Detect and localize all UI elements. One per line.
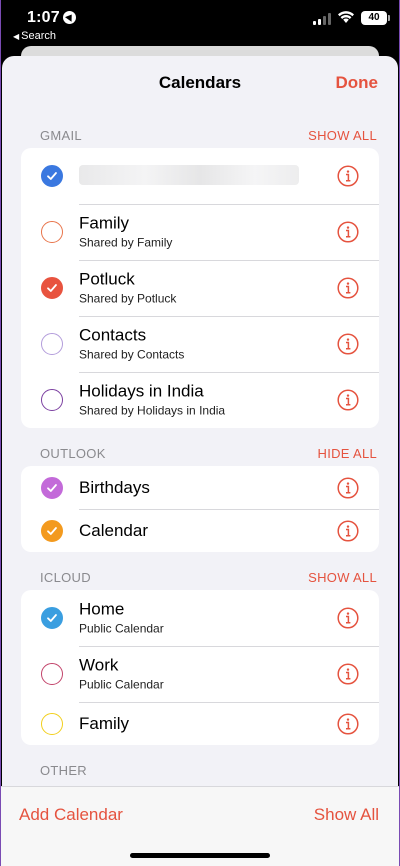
info-icon[interactable] bbox=[337, 221, 359, 243]
back-to-search-link[interactable]: ◀ Search bbox=[13, 30, 56, 42]
status-time: 1:07 bbox=[27, 9, 60, 26]
info-icon[interactable] bbox=[337, 476, 359, 499]
back-label: Search bbox=[21, 30, 57, 42]
info-icon[interactable] bbox=[337, 165, 359, 187]
checkmark-icon[interactable] bbox=[41, 165, 63, 187]
location-icon bbox=[63, 11, 76, 24]
checkmark-icon[interactable] bbox=[41, 476, 63, 499]
calendar-title: Family bbox=[79, 713, 130, 733]
unchecked-circle-icon[interactable] bbox=[41, 389, 63, 411]
add-calendar-button[interactable]: Add Calendar bbox=[19, 805, 123, 825]
calendar-text: Work Public Calendar bbox=[79, 656, 164, 693]
info-icon[interactable] bbox=[337, 389, 359, 411]
checkmark-icon[interactable] bbox=[41, 277, 63, 299]
calendar-text: Calendar bbox=[79, 521, 148, 541]
wifi-icon bbox=[338, 11, 354, 23]
calendar-title: Family bbox=[79, 213, 130, 233]
calendar-group: Home Public Calendar Work Public Calendar Fa… bbox=[21, 590, 379, 745]
info-icon[interactable] bbox=[337, 333, 359, 355]
cellular-signal-icon bbox=[313, 13, 331, 25]
checkmark-icon[interactable] bbox=[41, 607, 63, 629]
calendar-title: Calendar bbox=[79, 520, 148, 540]
status-bar: 1:07 ◀ Search 40 bbox=[1, 0, 399, 44]
calendar-text: Potluck Shared by Potluck bbox=[79, 270, 176, 307]
nav-bar: Calendars Done bbox=[2, 56, 398, 110]
calendar-text: Holidays in India Shared by Holidays in I… bbox=[79, 382, 225, 419]
calendar-row[interactable] bbox=[21, 148, 379, 204]
calendar-subtitle: Public Calendar bbox=[79, 677, 164, 692]
calendar-text: Birthdays bbox=[79, 478, 150, 498]
unchecked-circle-icon[interactable] bbox=[41, 663, 63, 685]
section-title: GMAIL bbox=[40, 128, 82, 143]
info-icon[interactable] bbox=[337, 277, 359, 299]
section-title: OTHER bbox=[40, 763, 87, 778]
calendar-row[interactable]: Birthdays bbox=[21, 466, 379, 509]
section-header: OTHER bbox=[2, 755, 398, 783]
section-toggle-all-button[interactable]: HIDE ALL bbox=[318, 446, 377, 461]
calendar-row[interactable]: Potluck Shared by Potluck bbox=[21, 260, 379, 316]
calendar-group: Birthdays Calendar bbox=[21, 466, 379, 552]
section-header: ICLOUD SHOW ALL bbox=[2, 562, 398, 590]
info-icon[interactable] bbox=[337, 607, 359, 629]
calendar-title: Holidays in India bbox=[79, 381, 204, 401]
section-header: GMAIL SHOW ALL bbox=[2, 120, 398, 148]
calendar-text: Family Shared by Family bbox=[79, 214, 172, 251]
section-header: OUTLOOK HIDE ALL bbox=[2, 438, 398, 466]
calendar-group: Family Shared by Family Potluck Shared by P… bbox=[21, 148, 379, 428]
calendar-text: Family bbox=[79, 714, 129, 734]
calendars-sheet: Calendars Done GMAIL SHOW ALL Family Shared… bbox=[2, 56, 398, 866]
calendar-row[interactable]: Calendar bbox=[21, 509, 379, 552]
home-indicator bbox=[130, 853, 270, 858]
unchecked-circle-icon[interactable] bbox=[41, 712, 63, 735]
calendar-row[interactable]: Contacts Shared by Contacts bbox=[21, 316, 379, 372]
calendar-title: Contacts bbox=[79, 325, 147, 345]
calendar-row[interactable]: Family Shared by Family bbox=[21, 204, 379, 260]
calendar-row[interactable]: Work Public Calendar bbox=[21, 646, 379, 702]
unchecked-circle-icon[interactable] bbox=[41, 221, 63, 243]
calendar-text: Home Public Calendar bbox=[79, 600, 164, 637]
calendar-subtitle: Shared by Family bbox=[79, 235, 173, 250]
battery-icon: 40 bbox=[361, 11, 390, 25]
bottom-toolbar: Add Calendar Show All bbox=[1, 786, 399, 866]
section-title: OUTLOOK bbox=[40, 446, 106, 461]
section-toggle-all-button[interactable]: SHOW ALL bbox=[308, 570, 377, 585]
section-toggle-all-button[interactable]: SHOW ALL bbox=[308, 128, 377, 143]
calendar-title: Potluck bbox=[79, 269, 135, 289]
show-all-button[interactable]: Show All bbox=[314, 805, 379, 825]
phone-screen: 1:07 ◀ Search 40 Calendars Done GMAIL SHOW… bbox=[0, 0, 400, 866]
calendar-subtitle: Shared by Potluck bbox=[79, 291, 177, 306]
done-button[interactable]: Done bbox=[336, 73, 379, 93]
calendar-subtitle: Shared by Holidays in India bbox=[79, 403, 226, 418]
info-icon[interactable] bbox=[337, 712, 359, 735]
calendar-title: Work bbox=[79, 655, 119, 675]
calendar-text: Contacts Shared by Contacts bbox=[79, 326, 184, 363]
calendar-row[interactable]: Family bbox=[21, 702, 379, 745]
calendar-subtitle: Public Calendar bbox=[79, 621, 164, 636]
calendar-title: Home bbox=[79, 599, 125, 619]
calendar-sections: GMAIL SHOW ALL Family Shared by Family Potlu… bbox=[2, 120, 398, 783]
section-title: ICLOUD bbox=[40, 570, 91, 585]
unchecked-circle-icon[interactable] bbox=[41, 333, 63, 355]
calendar-title: Birthdays bbox=[79, 477, 150, 497]
calendar-row[interactable]: Holidays in India Shared by Holidays in I… bbox=[21, 372, 379, 428]
info-icon[interactable] bbox=[337, 663, 359, 685]
info-icon[interactable] bbox=[337, 519, 359, 542]
checkmark-icon[interactable] bbox=[41, 519, 63, 542]
calendar-subtitle: Shared by Contacts bbox=[79, 347, 185, 362]
redacted-account-name bbox=[79, 165, 299, 185]
calendar-row[interactable]: Home Public Calendar bbox=[21, 590, 379, 646]
